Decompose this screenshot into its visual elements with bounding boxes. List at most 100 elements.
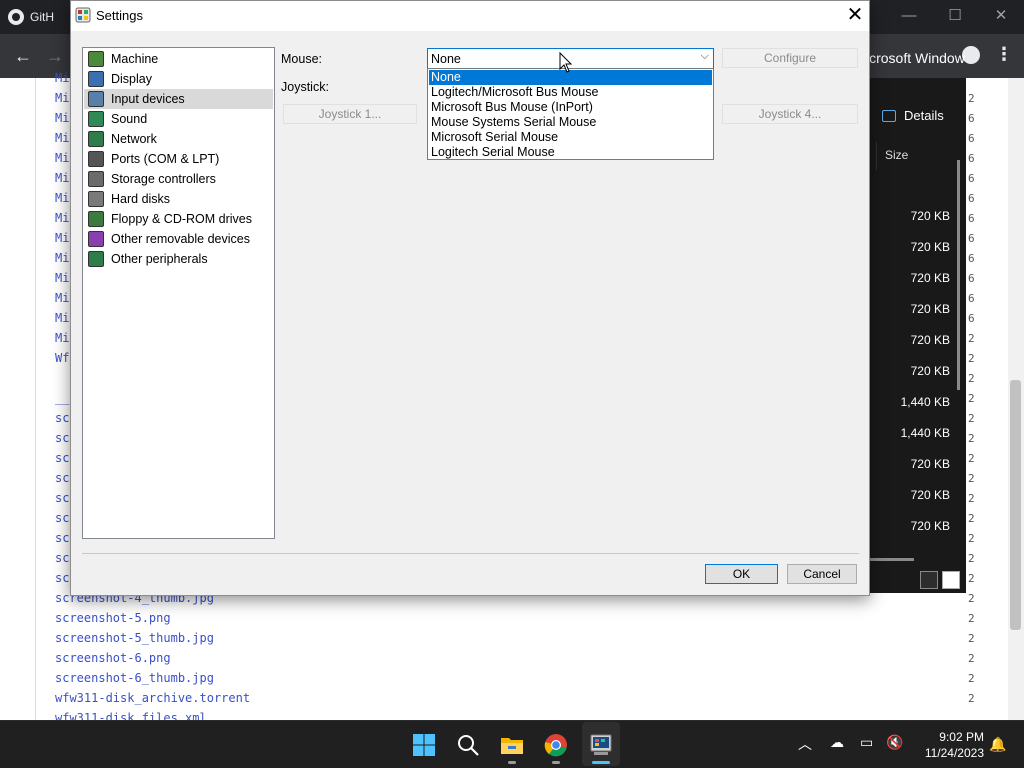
file-link-partial[interactable]: Mi bbox=[55, 231, 69, 245]
explorer-size-cell: 1,440 KB bbox=[900, 426, 950, 440]
category-label: Other peripherals bbox=[111, 252, 208, 266]
category-item-other-removable-devices[interactable]: Other removable devices bbox=[84, 229, 273, 249]
details-view-icon[interactable] bbox=[920, 571, 938, 589]
date-cell-partial: 6 bbox=[968, 292, 975, 305]
chrome-icon[interactable] bbox=[543, 732, 569, 758]
ok-button[interactable]: OK bbox=[705, 564, 778, 584]
category-item-input-devices[interactable]: Input devices bbox=[84, 89, 273, 109]
hard-disk-icon bbox=[88, 191, 104, 207]
file-link-partial[interactable]: Mi bbox=[55, 311, 69, 325]
explorer-size-column-header[interactable]: Size bbox=[876, 142, 966, 170]
explorer-hscrollbar[interactable] bbox=[870, 558, 914, 561]
dialog-titlebar[interactable]: Settings ✕ bbox=[71, 1, 869, 31]
mouse-option[interactable]: Microsoft Serial Mouse bbox=[429, 130, 712, 145]
joystick-1-button[interactable]: Joystick 1... bbox=[283, 104, 417, 124]
category-item-hard-disks[interactable]: Hard disks bbox=[84, 189, 273, 209]
date-cell-partial: 6 bbox=[968, 212, 975, 225]
browser-tab-label: GitH bbox=[30, 10, 54, 24]
category-list[interactable]: Machine Display Input devices Sound Network P… bbox=[82, 47, 275, 539]
file-explorer-icon[interactable] bbox=[499, 732, 525, 758]
date-cell-partial: 2 bbox=[968, 372, 975, 385]
file-link-partial[interactable]: Mi bbox=[55, 71, 69, 85]
notifications-icon[interactable]: 🔔 bbox=[989, 736, 1006, 753]
file-link-partial[interactable]: Mi bbox=[55, 331, 69, 345]
menu-dots-icon[interactable]: ⋮ bbox=[995, 44, 1013, 65]
show-hidden-icons-icon[interactable]: ︿ bbox=[798, 734, 812, 754]
list-separator: __ bbox=[55, 391, 70, 405]
mouse-option[interactable]: Logitech/Microsoft Bus Mouse bbox=[429, 85, 712, 100]
explorer-size-cell: 720 KB bbox=[910, 457, 950, 471]
search-icon[interactable] bbox=[455, 732, 481, 758]
explorer-scrollbar[interactable] bbox=[957, 160, 960, 390]
date-cell-partial: 2 bbox=[968, 632, 975, 645]
file-link-partial[interactable]: Mi bbox=[55, 171, 69, 185]
category-item-network[interactable]: Network bbox=[84, 129, 273, 149]
clock-time[interactable]: 9:02 PM bbox=[920, 729, 984, 745]
mouse-label: Mouse: bbox=[281, 52, 322, 66]
dialog-title: Settings bbox=[96, 8, 143, 23]
sound-icon bbox=[88, 111, 104, 127]
close-icon[interactable]: ✕ bbox=[978, 0, 1024, 30]
file-link-partial[interactable]: sc bbox=[55, 551, 69, 565]
configure-button[interactable]: Configure bbox=[722, 48, 858, 68]
settings-dialog: Settings ✕ Machine Display Input devices So… bbox=[70, 0, 870, 596]
volume-muted-icon[interactable]: 🔇 bbox=[886, 734, 903, 751]
dialog-close-icon[interactable]: ✕ bbox=[841, 2, 869, 30]
file-link-partial[interactable]: Mi bbox=[55, 211, 69, 225]
file-link-partial[interactable]: sc bbox=[55, 511, 69, 525]
file-link[interactable]: wfw311-disk_archive.torrent bbox=[55, 691, 250, 705]
file-link-partial[interactable]: Mi bbox=[55, 251, 69, 265]
file-link-partial[interactable]: Mi bbox=[55, 131, 69, 145]
network-status-icon[interactable]: ▭ bbox=[860, 734, 873, 751]
explorer-details-button[interactable]: Details bbox=[882, 108, 944, 123]
onedrive-icon[interactable]: ☁ bbox=[830, 734, 844, 751]
category-item-ports-com-lpt[interactable]: Ports (COM & LPT) bbox=[84, 149, 273, 169]
back-arrow-icon[interactable]: ← bbox=[14, 46, 32, 67]
date-cell-partial: 2 bbox=[968, 432, 975, 445]
date-cell-partial: 2 bbox=[968, 392, 975, 405]
maximize-icon[interactable]: ☐ bbox=[932, 0, 978, 30]
file-link-partial[interactable]: Mi bbox=[55, 191, 69, 205]
minimize-icon[interactable]: — bbox=[886, 0, 932, 30]
file-link-partial[interactable]: Mi bbox=[55, 111, 69, 125]
tiles-view-icon[interactable] bbox=[942, 571, 960, 589]
start-icon[interactable] bbox=[411, 732, 437, 758]
file-link-partial[interactable]: Mi bbox=[55, 151, 69, 165]
page-scrollbar-thumb[interactable] bbox=[1010, 380, 1021, 630]
date-cell-partial: 2 bbox=[968, 692, 975, 705]
app-icon bbox=[75, 7, 91, 23]
emulator-app-icon[interactable] bbox=[588, 732, 614, 758]
explorer-size-cell: 720 KB bbox=[910, 364, 950, 378]
file-link-partial[interactable]: sc bbox=[55, 571, 69, 585]
file-link-partial[interactable]: Wf bbox=[55, 351, 69, 365]
forward-arrow-icon[interactable]: → bbox=[46, 46, 64, 67]
mouse-option[interactable]: Logitech Serial Mouse bbox=[429, 145, 712, 160]
category-item-other-peripherals[interactable]: Other peripherals bbox=[84, 249, 273, 269]
category-item-storage-controllers[interactable]: Storage controllers bbox=[84, 169, 273, 189]
date-cell-partial: 6 bbox=[968, 192, 975, 205]
mouse-dropdown-list[interactable]: None Logitech/Microsoft Bus Mouse Microsof… bbox=[427, 68, 714, 160]
mouse-option[interactable]: Mouse Systems Serial Mouse bbox=[429, 115, 712, 130]
date-cell-partial: 6 bbox=[968, 252, 975, 265]
file-link[interactable]: screenshot-6_thumb.jpg bbox=[55, 671, 214, 685]
file-link-partial[interactable]: Mi bbox=[55, 271, 69, 285]
file-link-partial[interactable]: Mi bbox=[55, 91, 69, 105]
joystick-4-button[interactable]: Joystick 4... bbox=[722, 104, 858, 124]
file-link[interactable]: screenshot-5_thumb.jpg bbox=[55, 631, 214, 645]
clock-date[interactable]: 11/24/2023 bbox=[908, 745, 984, 761]
file-link-partial[interactable]: Mi bbox=[55, 291, 69, 305]
date-cell-partial: 2 bbox=[968, 552, 975, 565]
date-cell-partial: 6 bbox=[968, 232, 975, 245]
category-item-machine[interactable]: Machine bbox=[84, 49, 273, 69]
category-item-sound[interactable]: Sound bbox=[84, 109, 273, 129]
github-icon bbox=[8, 9, 24, 25]
file-link[interactable]: screenshot-5.png bbox=[55, 611, 171, 625]
date-cell-partial: 6 bbox=[968, 112, 975, 125]
browser-tab[interactable]: GitH bbox=[8, 4, 78, 30]
mouse-option[interactable]: Microsoft Bus Mouse (InPort) bbox=[429, 100, 712, 115]
cancel-button[interactable]: Cancel bbox=[787, 564, 857, 584]
explorer-size-cell: 720 KB bbox=[910, 302, 950, 316]
file-link[interactable]: screenshot-6.png bbox=[55, 651, 171, 665]
category-item-floppy-cd-rom-drives[interactable]: Floppy & CD-ROM drives bbox=[84, 209, 273, 229]
category-item-display[interactable]: Display bbox=[84, 69, 273, 89]
